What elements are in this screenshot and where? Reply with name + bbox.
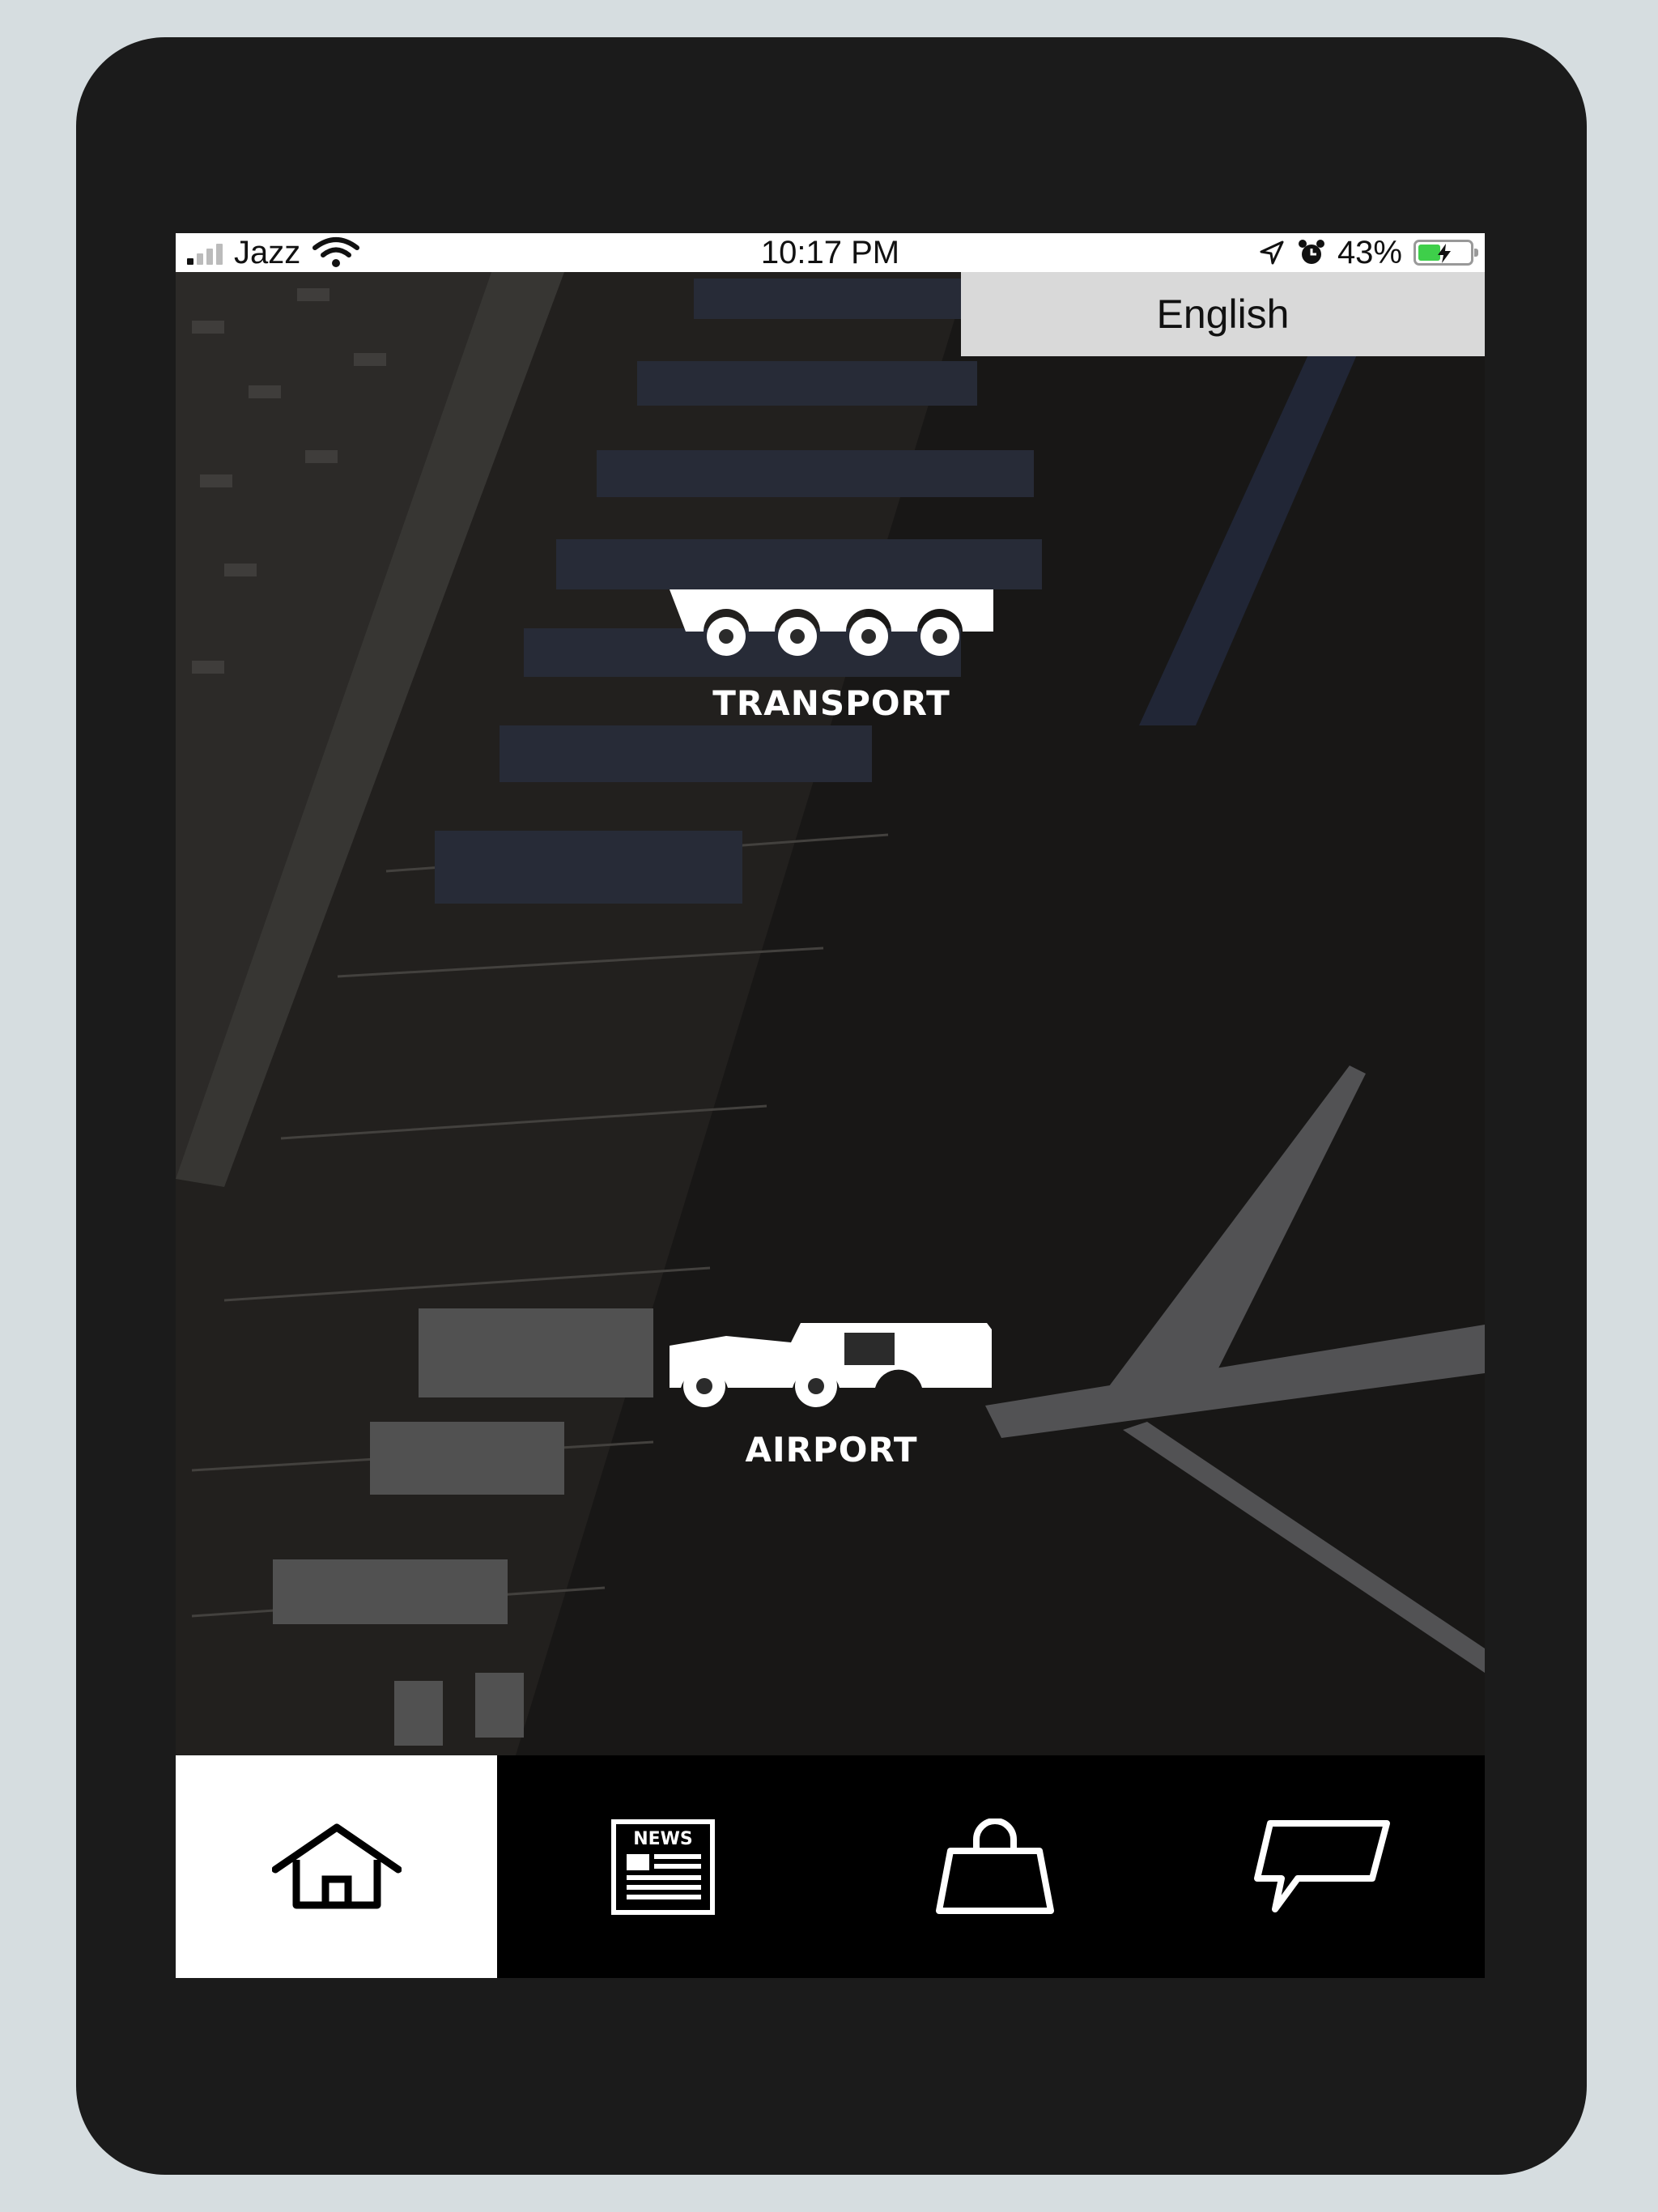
tab-chat[interactable] bbox=[1161, 1755, 1485, 1978]
svg-text:NEWS: NEWS bbox=[633, 1829, 693, 1849]
lowbed-trailer-icon bbox=[670, 589, 993, 656]
menu-transport[interactable]: TRANSPORT bbox=[661, 588, 1001, 723]
chat-icon bbox=[1254, 1819, 1390, 1912]
battery-icon bbox=[1414, 240, 1478, 266]
language-label: English bbox=[1156, 291, 1290, 337]
transport-label: TRANSPORT bbox=[712, 683, 950, 723]
home-icon bbox=[271, 1823, 402, 1908]
tab-home[interactable] bbox=[176, 1755, 497, 1978]
status-bar: Jazz 10:17 PM 43% bbox=[176, 233, 1485, 272]
battery-percent: 43% bbox=[1337, 234, 1402, 270]
location-arrow-icon bbox=[1260, 240, 1284, 265]
tab-news[interactable]: NEWS bbox=[497, 1755, 829, 1978]
bottom-tab-bar: NEWS bbox=[176, 1755, 1485, 1978]
background-photo bbox=[176, 272, 1485, 1755]
tab-shop[interactable] bbox=[829, 1755, 1161, 1978]
language-selector[interactable]: English bbox=[961, 272, 1485, 356]
menu-airport[interactable]: AIRPORT bbox=[661, 1318, 1001, 1470]
shopping-bag-icon bbox=[936, 1818, 1054, 1914]
airport-label: AIRPORT bbox=[745, 1430, 918, 1470]
news-icon: NEWS bbox=[611, 1819, 715, 1915]
aircraft-tug-icon bbox=[670, 1323, 992, 1407]
app-screen: Jazz 10:17 PM 43% English TRANSPORT AIRP… bbox=[176, 233, 1485, 1978]
alarm-clock-icon bbox=[1298, 240, 1324, 264]
